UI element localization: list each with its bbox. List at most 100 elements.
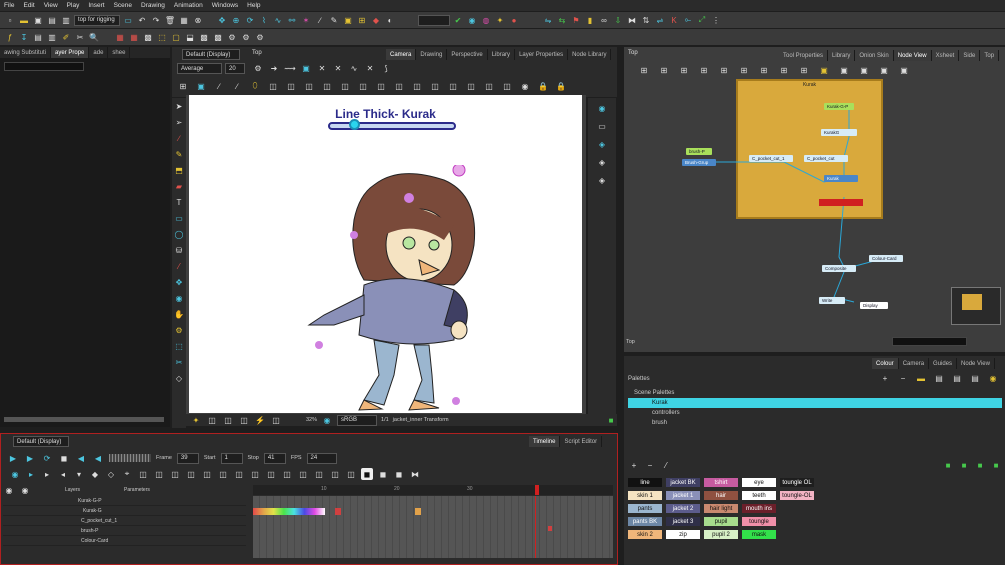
- timeline-grid[interactable]: [253, 496, 613, 558]
- bone-tool-icon[interactable]: ⚙: [226, 31, 238, 43]
- globe-icon[interactable]: ◉: [466, 14, 478, 26]
- play-icon[interactable]: ▶: [7, 452, 19, 464]
- lock-yellow-icon[interactable]: 🔒: [537, 80, 549, 92]
- grid-red2-icon[interactable]: ▦: [128, 31, 140, 43]
- mode-search[interactable]: [418, 14, 450, 26]
- record-icon[interactable]: ●: [508, 14, 520, 26]
- view-icon-7[interactable]: ◫: [393, 80, 405, 92]
- layer-row[interactable]: C_pocket_cut_1: [3, 516, 246, 526]
- tl-tool-7-icon[interactable]: ◫: [137, 468, 149, 480]
- frame-slider[interactable]: [109, 454, 151, 462]
- keyframe[interactable]: [335, 508, 341, 515]
- menu-insert[interactable]: Insert: [88, 2, 104, 9]
- menu-animation[interactable]: Animation: [174, 2, 203, 9]
- menu-view[interactable]: View: [44, 2, 58, 9]
- swatch-tshirt[interactable]: tshirt: [704, 478, 738, 487]
- tl-tool-8-icon[interactable]: ◫: [153, 468, 165, 480]
- tilde-icon[interactable]: ∿: [348, 62, 360, 74]
- tl-tool-19-icon[interactable]: ◫: [329, 468, 341, 480]
- visibility-header-icon[interactable]: ◉: [3, 484, 15, 496]
- play-selection-icon[interactable]: ▶: [24, 452, 36, 464]
- view-icon-5[interactable]: ◫: [357, 80, 369, 92]
- colorspace-icon[interactable]: ◉: [321, 414, 333, 426]
- split-icon[interactable]: ⟜: [682, 14, 694, 26]
- tab-xsheet[interactable]: shee: [108, 47, 131, 58]
- paint-view-icon[interactable]: ∕: [213, 80, 225, 92]
- tab-camera[interactable]: Camera: [386, 49, 417, 60]
- morph-icon[interactable]: ◇: [173, 372, 185, 384]
- onion-tl-icon[interactable]: ▸: [25, 468, 37, 480]
- tab-perspective[interactable]: Perspective: [447, 49, 488, 60]
- stack-icon[interactable]: ◈: [596, 156, 608, 168]
- colorspace-combo[interactable]: sRGB: [337, 414, 378, 426]
- tl-key-icon[interactable]: ◼: [361, 468, 373, 480]
- node-red-bar[interactable]: [819, 199, 863, 206]
- globe-tool-icon[interactable]: ◉: [173, 292, 185, 304]
- swatch-tool-4-icon[interactable]: ■: [990, 459, 1002, 471]
- tl-tool-20-icon[interactable]: ◫: [345, 468, 357, 480]
- brush-icon[interactable]: ∕: [314, 14, 326, 26]
- palette-icon-1[interactable]: ▤: [933, 372, 945, 384]
- tl-tool-18-icon[interactable]: ◫: [313, 468, 325, 480]
- snapshot-icon[interactable]: ▦: [178, 14, 190, 26]
- light-icon[interactable]: ✦: [190, 414, 202, 426]
- square-icon[interactable]: ▢: [170, 31, 182, 43]
- tl-tool-14-icon[interactable]: ◫: [249, 468, 261, 480]
- swatch-skin-1[interactable]: skin 1: [628, 491, 662, 500]
- node-navigator[interactable]: [951, 287, 1001, 325]
- lock-header-icon[interactable]: ◉: [19, 484, 31, 496]
- select-box-icon[interactable]: ▣: [342, 14, 354, 26]
- left-search-input[interactable]: [4, 62, 84, 71]
- function-icon[interactable]: ƒ: [4, 31, 16, 43]
- grid-view-icon[interactable]: ⊞: [177, 80, 189, 92]
- tween-icon[interactable]: ⇌: [654, 14, 666, 26]
- swatch-pants[interactable]: pants: [628, 504, 662, 513]
- tl-tool-5-icon[interactable]: ◇: [105, 468, 117, 480]
- swatch-jacket-1[interactable]: jacket 1: [666, 491, 700, 500]
- keyframe[interactable]: [548, 526, 552, 531]
- text-tool-icon[interactable]: T: [173, 196, 185, 208]
- status-icon-2[interactable]: ◫: [222, 414, 234, 426]
- zoom-level[interactable]: 32%: [306, 417, 317, 423]
- start-field[interactable]: 1: [220, 452, 243, 464]
- tl-tool-17-icon[interactable]: ◫: [297, 468, 309, 480]
- menu-drawing[interactable]: Drawing: [141, 2, 165, 9]
- tab-camera-2[interactable]: Camera: [899, 358, 930, 369]
- crop-icon[interactable]: ⬚: [173, 340, 185, 352]
- folder-icon[interactable]: ▬: [915, 372, 927, 384]
- workspace-icon[interactable]: ▭: [122, 14, 134, 26]
- dropper-icon[interactable]: ⁄: [173, 260, 185, 272]
- bone-icon[interactable]: ⚯: [286, 14, 298, 26]
- palette-kurak[interactable]: Kurak: [628, 398, 1002, 408]
- tab-layer-properties-2[interactable]: Layer Properties: [515, 49, 569, 60]
- scrub-sound-icon[interactable]: ◀: [92, 452, 104, 464]
- zoom-icon[interactable]: 🔍: [88, 31, 100, 43]
- swatch-tool-1-icon[interactable]: ■: [942, 459, 954, 471]
- tl-key2-icon[interactable]: ◼: [377, 468, 389, 480]
- options-gear-icon[interactable]: ⚙: [252, 62, 264, 74]
- bucket-icon[interactable]: ⛁: [173, 244, 185, 256]
- export-icon[interactable]: ⬓: [184, 31, 196, 43]
- tl-key3-icon[interactable]: ◼: [393, 468, 405, 480]
- slider-handle[interactable]: [349, 119, 360, 130]
- tab-colour[interactable]: Colour: [872, 358, 899, 369]
- brush-mode-combo[interactable]: Average: [177, 63, 222, 74]
- node-c-pocket-cut[interactable]: C_pocket_cut: [804, 155, 848, 162]
- swatch-hair-light[interactable]: hair light: [704, 504, 738, 513]
- swatch-mask[interactable]: mask: [742, 530, 776, 539]
- camera-icon[interactable]: ◐: [384, 14, 396, 26]
- palette-icon-3[interactable]: ▤: [969, 372, 981, 384]
- view-icon-13[interactable]: ◫: [501, 80, 513, 92]
- layer-row[interactable]: Kurak-G: [3, 506, 246, 516]
- tab-node-view-2[interactable]: Node View: [957, 358, 995, 369]
- status-icon-1[interactable]: ◫: [206, 414, 218, 426]
- layer-row[interactable]: Kurak-G-P: [3, 496, 246, 506]
- import-icon[interactable]: ▥: [60, 14, 72, 26]
- swatch-jacket-2[interactable]: jacket 2: [666, 504, 700, 513]
- swatch-toungle-ol-2[interactable]: toungle-OL: [780, 491, 814, 500]
- add-palette-icon[interactable]: +: [879, 372, 891, 384]
- lock-view-icon[interactable]: ◫: [267, 80, 279, 92]
- cut-icon[interactable]: ✂: [74, 31, 86, 43]
- transform-icon[interactable]: ✥: [216, 14, 228, 26]
- tl-tool-6-icon[interactable]: ⌖: [121, 468, 133, 480]
